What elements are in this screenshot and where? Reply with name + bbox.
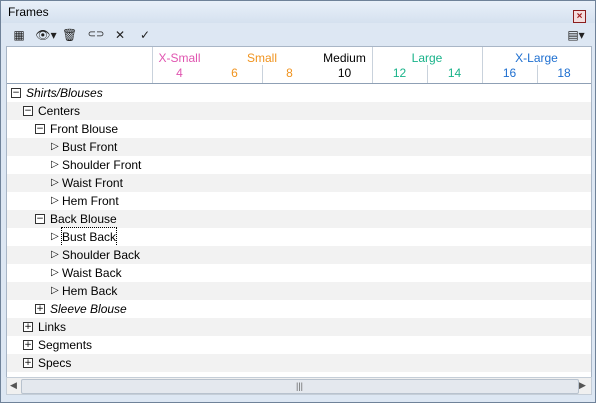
scrollbar-thumb[interactable]: ||| xyxy=(21,379,579,394)
size-16: 16 xyxy=(502,66,517,80)
tree-label: Shirts/Blouses xyxy=(26,86,103,100)
tree-label: Hem Back xyxy=(62,284,118,298)
size-8: 8 xyxy=(286,66,293,80)
tree-row-shirts-blouses[interactable]: − Shirts/Blouses xyxy=(7,84,591,102)
expand-triangle-icon[interactable]: ▷ xyxy=(51,231,59,243)
tree-row-links[interactable]: + Links xyxy=(7,318,591,336)
size-12: 12 xyxy=(392,66,407,80)
tree-row-segments[interactable]: + Segments xyxy=(7,336,591,354)
expand-icon[interactable]: + xyxy=(35,304,45,314)
tree-label-selected: Bust Back xyxy=(60,227,118,247)
tree-row-back-blouse[interactable]: − Back Blouse xyxy=(7,210,591,228)
frames-grid: X-Small 4 Small 6 8 Medium 10 Large 12 1… xyxy=(6,46,592,378)
view-eye-icon[interactable]: 👁▾ xyxy=(35,27,57,43)
trash-icon[interactable]: 🗑 xyxy=(62,27,77,43)
tree-label: Sleeve Blouse xyxy=(50,302,127,316)
cancel-x-icon[interactable]: ✕ xyxy=(113,27,127,43)
size-medium-label: Medium xyxy=(323,51,366,65)
tree-label: Front Blouse xyxy=(50,122,119,136)
frames-window: Frames × ▦ 👁▾ 🗑 ⊂⊃ ✕ ✓ ▤▾ X-Small 4 Smal… xyxy=(0,0,596,403)
tree-row-bust-front[interactable]: ▷ Bust Front xyxy=(7,138,591,156)
tree-label: Back Blouse xyxy=(50,212,117,226)
checkmark-icon[interactable]: ✓ xyxy=(138,27,152,43)
tree-label: Waist Front xyxy=(62,176,123,190)
size-14: 14 xyxy=(447,66,462,80)
size-small-label: Small xyxy=(246,51,277,65)
tree-label: Waist Back xyxy=(62,266,122,280)
size-18: 18 xyxy=(557,66,571,80)
expand-triangle-icon[interactable]: ▷ xyxy=(51,141,59,153)
expand-triangle-icon[interactable]: ▷ xyxy=(51,285,59,297)
tree-label: Bust Front xyxy=(62,140,118,154)
tree-row-waist-front[interactable]: ▷ Waist Front xyxy=(7,174,591,192)
expand-icon[interactable]: + xyxy=(23,340,33,350)
tree-label: Links xyxy=(38,320,67,334)
tree-row-waist-back[interactable]: ▷ Waist Back xyxy=(7,264,591,282)
size-xlarge-label: X-Large xyxy=(515,51,558,65)
expand-icon[interactable]: + xyxy=(23,358,33,368)
size-4: 4 xyxy=(176,66,183,80)
scroll-left-icon[interactable]: ◀ xyxy=(10,380,17,391)
horizontal-scrollbar[interactable]: ◀ ||| ▶ xyxy=(6,377,592,395)
tree-row-shoulder-front[interactable]: ▷ Shoulder Front xyxy=(7,156,591,174)
scroll-right-icon[interactable]: ▶ xyxy=(579,380,586,391)
link-icon[interactable]: ⊂⊃ xyxy=(85,27,107,43)
tree-label: Shoulder Back xyxy=(62,248,141,262)
expand-triangle-icon[interactable]: ▷ xyxy=(51,267,59,279)
scrollbar-grip-icon: ||| xyxy=(296,381,304,391)
expand-triangle-icon[interactable]: ▷ xyxy=(51,195,59,207)
size-10: 10 xyxy=(337,66,352,80)
tree-row-hem-back[interactable]: ▷ Hem Back xyxy=(7,282,591,300)
tree-label: Segments xyxy=(38,338,93,352)
tree-row-shoulder-back[interactable]: ▷ Shoulder Back xyxy=(7,246,591,264)
size-header: X-Small 4 Small 6 8 Medium 10 Large 12 1… xyxy=(7,47,591,84)
expand-icon[interactable]: + xyxy=(23,322,33,332)
table-icon[interactable]: ▦ xyxy=(10,27,28,43)
tree-row-centers[interactable]: − Centers xyxy=(7,102,591,120)
expand-triangle-icon[interactable]: ▷ xyxy=(51,159,59,171)
tree-label: Centers xyxy=(38,104,81,118)
collapse-icon[interactable]: − xyxy=(35,124,45,134)
expand-triangle-icon[interactable]: ▷ xyxy=(51,249,59,261)
tree-row-hem-front[interactable]: ▷ Hem Front xyxy=(7,192,591,210)
tree-row-bust-back[interactable]: ▷ Bust Back xyxy=(7,227,591,247)
tree-row-specs[interactable]: + Specs xyxy=(7,354,591,372)
options-menu-icon[interactable]: ▤▾ xyxy=(565,27,587,43)
close-icon[interactable]: × xyxy=(573,10,586,23)
tree-label: Hem Front xyxy=(62,194,119,208)
tree-row-front-blouse[interactable]: − Front Blouse xyxy=(7,120,591,138)
expand-triangle-icon[interactable]: ▷ xyxy=(51,177,59,189)
collapse-icon[interactable]: − xyxy=(35,214,45,224)
size-large-label: Large xyxy=(411,51,443,65)
collapse-icon[interactable]: − xyxy=(11,88,21,98)
size-6: 6 xyxy=(231,66,238,80)
toolbar: ▦ 👁▾ 🗑 ⊂⊃ ✕ ✓ ▤▾ xyxy=(1,23,595,46)
collapse-icon[interactable]: − xyxy=(23,106,33,116)
tree-label: Specs xyxy=(38,356,72,370)
tree-label: Shoulder Front xyxy=(62,158,142,172)
size-xsmall-label: X-Small xyxy=(158,51,201,65)
window-title: Frames xyxy=(8,5,49,19)
title-bar: Frames × xyxy=(1,1,595,23)
tree-row-sleeve-blouse[interactable]: + Sleeve Blouse xyxy=(7,300,591,318)
